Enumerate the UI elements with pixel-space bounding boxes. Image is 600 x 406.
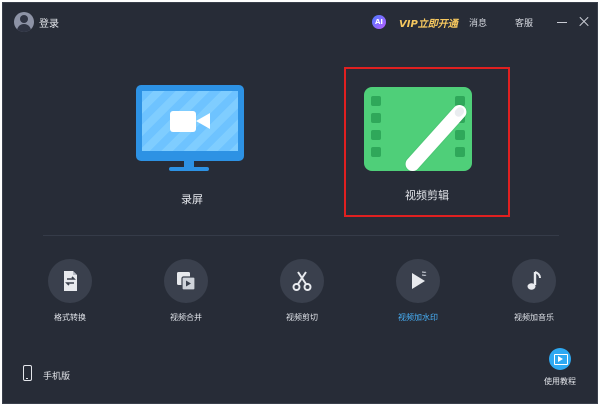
- screen-record-label: 录屏: [181, 193, 203, 206]
- customer-service-link[interactable]: 客服: [515, 16, 533, 29]
- tool-video-watermark[interactable]: 视频加水印: [383, 259, 453, 323]
- video-edit-card[interactable]: 视频剪辑: [344, 67, 510, 217]
- video-merge-icon: [164, 259, 208, 303]
- screen-record-card[interactable]: 录屏: [135, 81, 249, 206]
- mobile-phone-icon: [23, 365, 32, 381]
- music-note-icon: [512, 259, 556, 303]
- vip-open-link[interactable]: VIP立即开通: [399, 15, 458, 30]
- watermark-icon: [396, 259, 440, 303]
- title-bar: 登录 AI VIP立即开通 消息 客服: [3, 3, 597, 41]
- video-music-label: 视频加音乐: [514, 313, 554, 322]
- tutorial-play-icon: [549, 348, 571, 370]
- tool-video-cut[interactable]: 视频剪切: [267, 259, 337, 323]
- scissors-icon: [280, 259, 324, 303]
- ai-icon[interactable]: AI: [372, 15, 386, 29]
- tutorial-button[interactable]: 使用教程: [537, 348, 583, 387]
- format-convert-icon: [48, 259, 92, 303]
- divider: [43, 235, 559, 236]
- format-convert-label: 格式转换: [54, 313, 86, 322]
- video-cut-label: 视频剪切: [286, 313, 318, 322]
- tool-video-music[interactable]: 视频加音乐: [499, 259, 569, 323]
- tutorial-label: 使用教程: [544, 377, 576, 386]
- video-edit-label: 视频剪辑: [405, 189, 449, 202]
- minimize-button[interactable]: [555, 15, 569, 29]
- video-merge-label: 视频合并: [170, 313, 202, 322]
- film-pen-icon: [364, 87, 472, 174]
- tool-video-merge[interactable]: 视频合并: [151, 259, 221, 323]
- mobile-version-label: 手机版: [43, 372, 71, 382]
- messages-link[interactable]: 消息: [469, 16, 487, 29]
- video-watermark-label: 视频加水印: [398, 313, 438, 322]
- close-button[interactable]: [577, 15, 591, 29]
- user-avatar-icon[interactable]: [14, 12, 34, 32]
- login-link[interactable]: 登录: [39, 15, 59, 30]
- tool-format-convert[interactable]: 格式转换: [35, 259, 105, 323]
- monitor-camera-icon: [136, 85, 244, 161]
- app-window: 登录 AI VIP立即开通 消息 客服 录屏 视频剪辑 格式转换 视频合并 视频…: [2, 2, 598, 404]
